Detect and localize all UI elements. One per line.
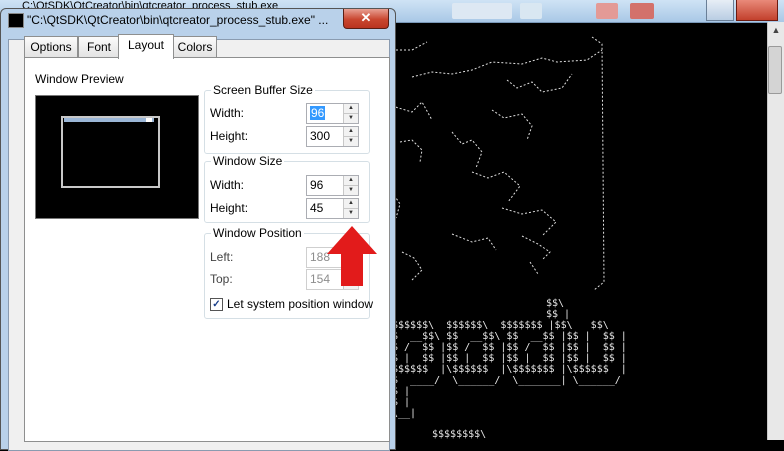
let-system-position-checkbox[interactable]: ✓ [210, 298, 223, 311]
spin-up-icon[interactable]: ▲ [344, 199, 358, 209]
ascii-logo-row: $$\ [546, 298, 565, 309]
tab-layout-label: Layout [127, 38, 165, 52]
scroll-thumb[interactable] [768, 46, 782, 94]
window-height-value[interactable]: 45 [310, 201, 323, 215]
window-position-title: Window Position [211, 226, 304, 240]
window-height-stepper[interactable]: 45 ▲ ▼ [306, 198, 359, 219]
let-system-position-label[interactable]: Let system position window [227, 297, 373, 311]
console-close-button[interactable] [736, 0, 778, 21]
screen-buffer-size-title: Screen Buffer Size [211, 83, 315, 97]
window-height-label: Height: [210, 201, 249, 215]
window-size-title: Window Size [211, 154, 285, 168]
preview-window-titlebar [64, 118, 154, 122]
preview-window-outline [61, 116, 160, 188]
stepper-buttons[interactable]: ▲ ▼ [343, 127, 358, 146]
ascii-logo-row: $$$$$$ |\$$$$$$ |\$$$$$$$ |\$$$$$$ | [392, 364, 627, 375]
taskbar-blob [452, 3, 512, 19]
window-width-stepper[interactable]: 96 ▲ ▼ [306, 175, 359, 196]
buffer-height-label: Height: [210, 129, 249, 143]
console-app-icon [8, 13, 24, 28]
preview-window-button [146, 118, 152, 122]
tab-colors-label: Colors [177, 40, 213, 54]
spin-down-icon[interactable]: ▼ [344, 114, 358, 123]
taskbar-blob [520, 3, 542, 19]
position-left-label: Left: [210, 250, 234, 264]
buffer-height-stepper[interactable]: 300 ▲ ▼ [306, 126, 359, 147]
spin-up-icon[interactable]: ▲ [344, 104, 358, 114]
spin-down-icon[interactable]: ▼ [344, 186, 358, 195]
tab-options-label: Options [30, 40, 72, 54]
buffer-width-label: Width: [210, 106, 245, 120]
arrow-shape [327, 226, 377, 286]
ascii-logo-row: $$$$$$$$\ [432, 429, 487, 440]
red-up-arrow-annotation [327, 226, 377, 286]
position-top-label: Top: [210, 272, 233, 286]
stepper-buttons[interactable]: ▲ ▼ [343, 199, 358, 218]
tab-colors[interactable]: Colors [173, 36, 217, 57]
ascii-logo-row: $$ | [546, 309, 571, 320]
window-width-label: Width: [210, 178, 245, 192]
dialog-close-button[interactable]: ✕ [343, 9, 389, 29]
dialog-titlebar[interactable]: "C:\QtSDK\QtCreator\bin\qtcreator_proces… [1, 9, 395, 31]
buffer-width-value[interactable]: 96 [310, 106, 326, 120]
ascii-logo-row: $ / $$ |$$ / $$ |$$ / $$ |$$ | $$ | [392, 342, 627, 353]
ascii-logo-row: $$$$$$\ $$$$$$\ $$$$$$$ |$$\ $$\ [392, 320, 609, 331]
taskbar-blob [630, 3, 654, 19]
tab-layout[interactable]: Layout [118, 34, 174, 59]
spin-up-icon[interactable]: ▲ [344, 176, 358, 186]
spin-down-icon[interactable]: ▼ [344, 137, 358, 146]
ascii-logo-row: $ | $$ |$$ | $$ |$$ | $$ |$$ | $$ | [392, 353, 627, 364]
buffer-height-value[interactable]: 300 [310, 129, 330, 143]
spin-up-icon[interactable]: ▲ [344, 127, 358, 137]
window-preview-label: Window Preview [35, 72, 124, 86]
stepper-buttons[interactable]: ▲ ▼ [343, 104, 358, 123]
tab-options[interactable]: Options [24, 36, 78, 57]
tab-font-label: Font [86, 40, 111, 54]
ascii-logo-row: $ __$$\ $$ __$$\ $$ __$$ |$$ | $$ | [392, 331, 627, 342]
taskbar-blob [596, 3, 618, 19]
tab-font[interactable]: Font [78, 36, 120, 57]
stepper-buttons[interactable]: ▲ ▼ [343, 176, 358, 195]
spin-down-icon[interactable]: ▼ [344, 209, 358, 218]
window-width-value[interactable]: 96 [310, 178, 323, 192]
ascii-logo-row: $ ____/ \______/ \_______| \______/ [392, 375, 621, 386]
buffer-width-stepper[interactable]: 96 ▲ ▼ [306, 103, 359, 124]
scroll-up-arrow-icon[interactable]: ▲ [768, 22, 784, 38]
minimize-button[interactable] [706, 0, 734, 21]
console-ascii-art: $$\ $$ | $$$$$$\ $$$$$$\ $$$$$$$ |$$\ $$… [392, 22, 768, 440]
dialog-title: "C:\QtSDK\QtCreator\bin\qtcreator_proces… [27, 13, 329, 27]
